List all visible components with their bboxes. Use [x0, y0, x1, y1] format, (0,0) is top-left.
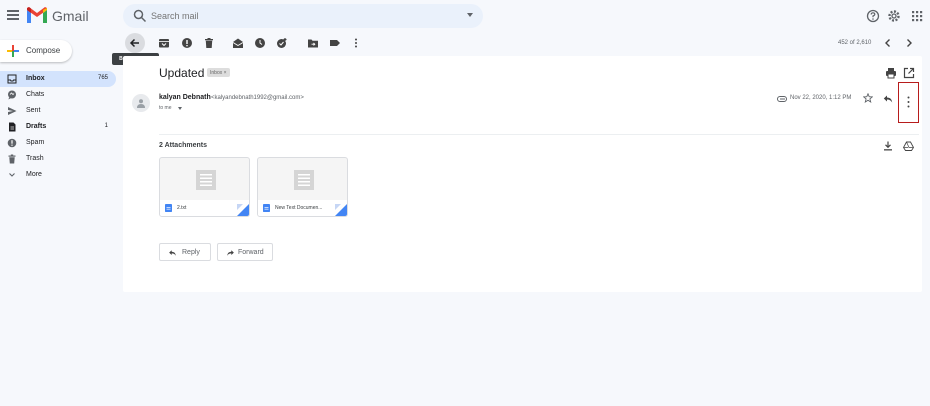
sender-avatar[interactable]	[132, 94, 150, 112]
add-to-tasks-icon[interactable]	[276, 37, 288, 49]
sender-name[interactable]: kalyan Debnath	[159, 94, 211, 101]
star-icon[interactable]	[863, 93, 873, 103]
attachment-card[interactable]: 2.txt	[159, 157, 250, 217]
attachment-filename: New Text Documen...	[275, 205, 323, 211]
page-count: 452 of 2,610	[838, 40, 872, 46]
snooze-clock-icon[interactable]	[254, 37, 266, 49]
forward-button[interactable]: Forward	[217, 243, 273, 261]
search-input[interactable]	[151, 7, 451, 25]
sender-email: <kalyandebnath1992@gmail.com>	[211, 95, 304, 101]
sidebar-item-label: Trash	[26, 155, 44, 162]
attachment-card[interactable]: New Text Documen...	[257, 157, 348, 217]
more-vertical-icon[interactable]	[907, 96, 910, 108]
sidebar-item-label: Sent	[26, 107, 41, 114]
attachment-fold	[335, 204, 341, 210]
sidebar-item-more[interactable]: More	[0, 167, 116, 183]
message-toolbar	[123, 32, 930, 54]
sidebar-nav: Inbox 765 Chats Sent Drafts 1 Spam Trash…	[0, 71, 116, 183]
search-options-icon[interactable]	[467, 13, 473, 17]
sidebar-item-chats[interactable]: Chats	[0, 87, 116, 103]
drafts-count: 1	[104, 123, 108, 129]
sidebar-item-label: Chats	[26, 91, 45, 98]
attachments-title: 2 Attachments	[159, 142, 207, 149]
document-thumbnail-icon	[196, 170, 216, 190]
sidebar-item-label: Drafts	[26, 123, 47, 130]
reply-icon	[169, 250, 176, 256]
message-panel: Updated Inbox × kalyan Debnath <kalyande…	[123, 56, 922, 292]
gmail-logo-icon[interactable]	[27, 7, 47, 23]
back-to-inbox-button[interactable]	[125, 33, 145, 53]
show-details-icon[interactable]	[178, 107, 182, 110]
sidebar-item-spam[interactable]: Spam	[0, 135, 116, 151]
send-icon	[8, 107, 17, 115]
attachment-clip-icon	[777, 96, 787, 102]
attachment-filename: 2.txt	[177, 205, 187, 211]
draft-icon	[9, 122, 16, 132]
sidebar-item-trash[interactable]: Trash	[0, 151, 116, 167]
forward-icon	[227, 250, 234, 256]
compose-plus-icon	[7, 45, 19, 57]
attachment-footer: New Text Documen...	[258, 200, 347, 216]
search-icon[interactable]	[133, 9, 147, 23]
open-in-new-window-icon[interactable]	[903, 67, 915, 79]
recipient-text: to me	[159, 105, 172, 111]
compose-label: Compose	[26, 46, 61, 55]
settings-gear-icon[interactable]	[887, 9, 901, 23]
file-icon	[263, 204, 270, 212]
inbox-label-chip[interactable]: Inbox ×	[207, 68, 230, 77]
file-icon	[165, 204, 172, 212]
sidebar-item-label: Inbox	[26, 75, 45, 82]
move-to-folder-icon[interactable]	[307, 37, 319, 49]
sidebar-item-sent[interactable]: Sent	[0, 103, 116, 119]
chevron-down-icon	[9, 173, 15, 177]
gmail-brand-text: Gmail	[52, 8, 89, 24]
attachment-fold	[237, 204, 243, 210]
divider	[159, 134, 919, 135]
archive-icon[interactable]	[158, 37, 170, 49]
unread-count: 765	[97, 75, 108, 81]
document-thumbnail-icon	[294, 170, 314, 190]
top-header: Gmail	[0, 0, 930, 32]
reply-icon[interactable]	[883, 94, 893, 104]
chevron-left-icon[interactable]	[882, 37, 894, 49]
mark-as-unread-icon[interactable]	[232, 37, 244, 49]
email-subject: Updated	[159, 66, 205, 80]
report-spam-icon[interactable]	[181, 37, 193, 49]
reply-label: Reply	[182, 249, 200, 256]
person-icon	[137, 99, 145, 108]
delete-icon[interactable]	[203, 37, 215, 49]
search-bar[interactable]	[123, 4, 483, 28]
spam-icon	[7, 138, 17, 148]
attachment-footer: 2.txt	[160, 200, 249, 216]
sidebar-item-label: Spam	[26, 139, 45, 146]
download-all-icon[interactable]	[883, 141, 893, 151]
inbox-icon	[7, 74, 17, 84]
chat-icon	[8, 90, 16, 100]
label-tag-icon[interactable]	[329, 37, 341, 49]
forward-label: Forward	[238, 249, 264, 256]
reply-button[interactable]: Reply	[159, 243, 211, 261]
sidebar-item-inbox[interactable]: Inbox 765	[0, 71, 116, 87]
print-icon[interactable]	[885, 67, 897, 79]
more-options-vertical-icon[interactable]	[350, 37, 362, 49]
arrow-left-icon	[129, 38, 139, 48]
chevron-right-icon[interactable]	[903, 37, 915, 49]
email-date: Nov 22, 2020, 1:12 PM	[790, 95, 852, 101]
help-icon[interactable]	[866, 9, 880, 23]
apps-grid-icon[interactable]	[910, 9, 924, 23]
compose-button[interactable]: Compose	[0, 40, 72, 62]
sidebar-item-label: More	[26, 171, 42, 178]
main-menu-icon[interactable]	[7, 10, 19, 20]
sidebar-item-drafts[interactable]: Drafts 1	[0, 119, 116, 135]
save-to-drive-icon[interactable]	[903, 141, 914, 151]
more-options-highlight[interactable]	[898, 82, 919, 123]
trash-icon	[8, 154, 16, 164]
